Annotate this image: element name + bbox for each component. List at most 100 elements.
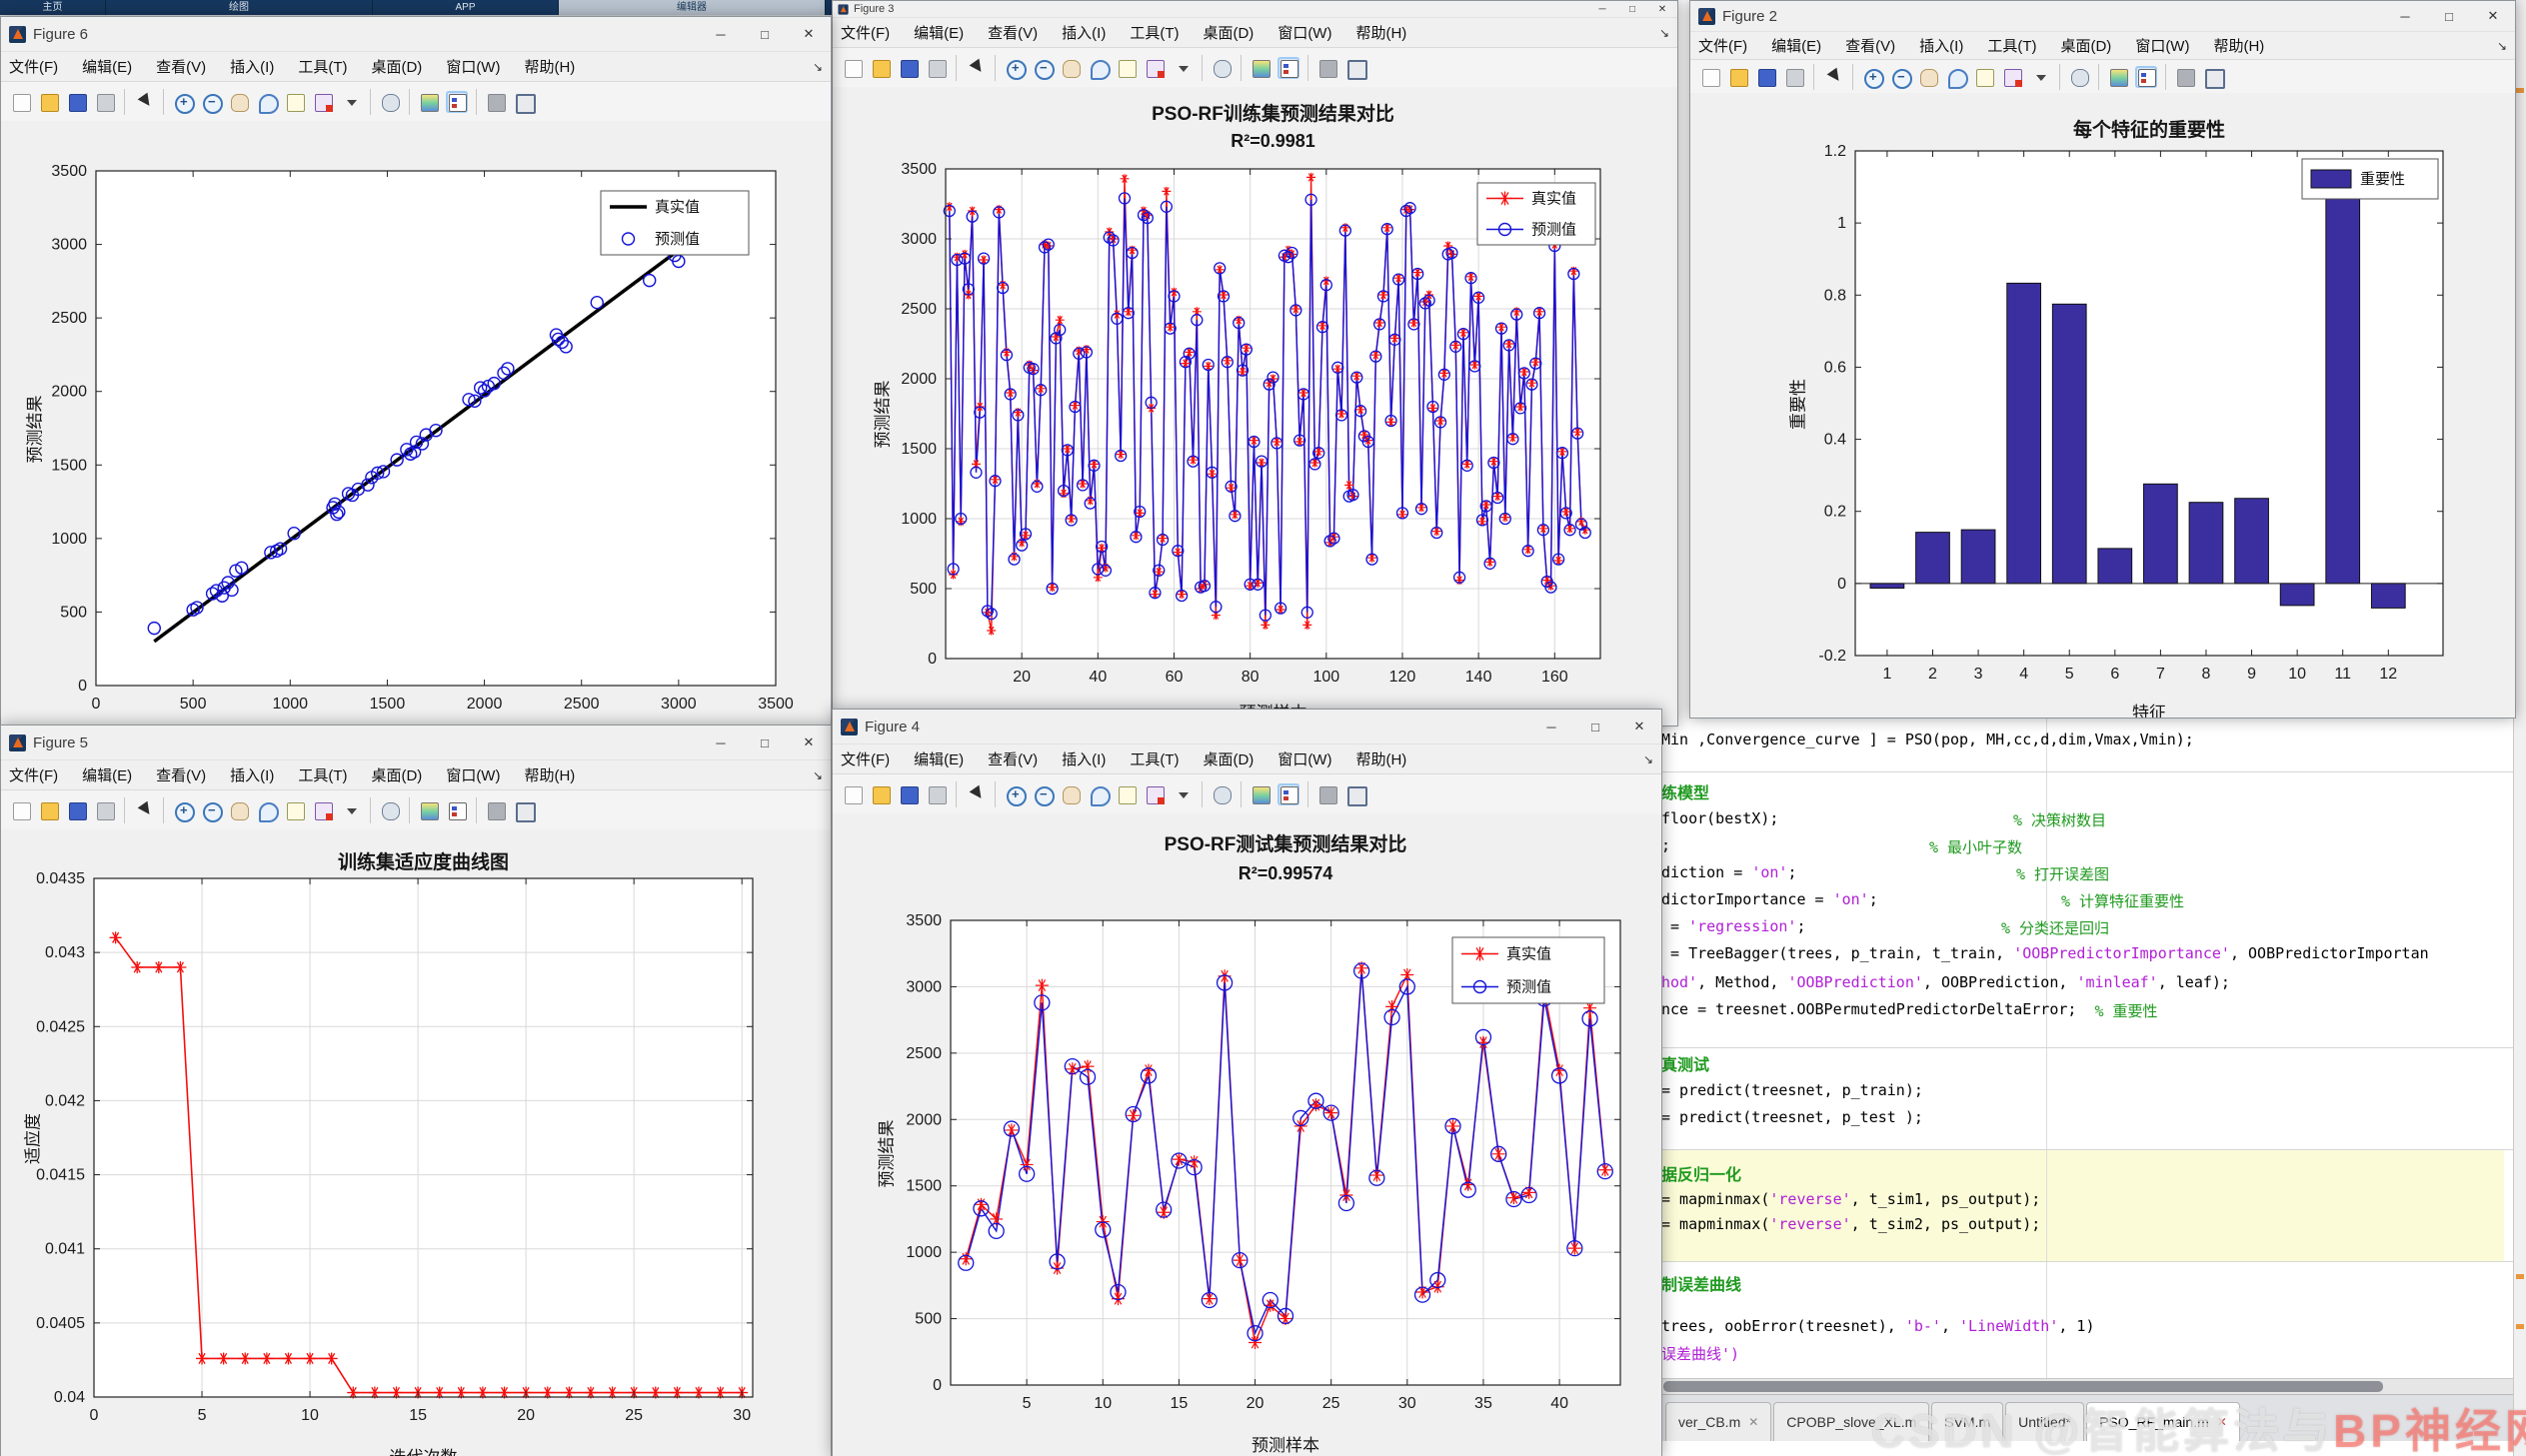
plot-tools-off-icon[interactable] [485, 91, 507, 113]
menu-item[interactable]: 文件(F) [841, 748, 890, 769]
print-icon[interactable] [1783, 66, 1805, 88]
brush-icon[interactable] [312, 91, 334, 113]
zoom-in-icon[interactable] [1004, 783, 1026, 805]
save-icon[interactable] [898, 57, 920, 79]
menu-item[interactable]: 文件(F) [841, 22, 890, 43]
insert-colorbar-icon[interactable] [1250, 783, 1271, 805]
zoom-in-icon[interactable] [172, 91, 194, 113]
menu-item[interactable]: 窗口(W) [446, 764, 500, 785]
cursor-icon[interactable] [965, 783, 987, 805]
menu-item[interactable]: 桌面(D) [1203, 22, 1254, 43]
new-document-icon[interactable] [842, 783, 864, 805]
menu-item[interactable]: 窗口(W) [1277, 748, 1331, 769]
dropdown-arrow-icon[interactable] [1172, 57, 1194, 79]
ribbon-tab-APP[interactable]: APP [373, 0, 559, 15]
menu-item[interactable]: 工具(T) [1130, 748, 1179, 769]
code-line[interactable]: diction = 'on';% 打开误差图 [1661, 863, 2526, 887]
menu-collapse-arrow[interactable]: ↘ [2497, 39, 2507, 53]
menu-collapse-arrow[interactable]: ↘ [813, 60, 823, 74]
tab-close-icon[interactable]: ✕ [1748, 1415, 1758, 1429]
plot-tools-off-icon[interactable] [2174, 66, 2196, 88]
menu-collapse-arrow[interactable]: ↘ [1659, 26, 1669, 40]
data-cursor-icon[interactable] [284, 91, 306, 113]
new-document-icon[interactable] [842, 57, 864, 79]
dropdown-arrow-icon[interactable] [340, 799, 362, 821]
menu-item[interactable]: 编辑(E) [1771, 35, 1821, 56]
menu-item[interactable]: 编辑(E) [82, 764, 132, 785]
zoom-out-icon[interactable] [1032, 783, 1054, 805]
pan-hand-icon[interactable] [1060, 783, 1082, 805]
cursor-icon[interactable] [133, 799, 155, 821]
print-icon[interactable] [94, 799, 116, 821]
close-button[interactable]: ✕ [1617, 710, 1661, 743]
menu-item[interactable]: 编辑(E) [914, 748, 964, 769]
minimize-button[interactable]: ─ [2383, 1, 2427, 31]
ribbon-tab-绘图[interactable]: 绘图 [106, 0, 373, 15]
maximize-button[interactable]: □ [1617, 1, 1647, 17]
insert-colorbar-icon[interactable] [418, 799, 440, 821]
pan-hand-icon[interactable] [1060, 57, 1082, 79]
menu-item[interactable]: 插入(I) [230, 56, 274, 77]
minimize-button[interactable]: ─ [1587, 1, 1617, 17]
rotate-3d-icon[interactable] [1088, 57, 1110, 79]
scrollbar-warning-mark[interactable] [2516, 1274, 2524, 1279]
menu-collapse-arrow[interactable]: ↘ [813, 768, 823, 782]
new-document-icon[interactable] [1699, 66, 1721, 88]
menu-item[interactable]: 插入(I) [1919, 35, 1963, 56]
menu-item[interactable]: 文件(F) [9, 56, 58, 77]
link-plots-icon[interactable] [1211, 783, 1233, 805]
menu-item[interactable]: 桌面(D) [1203, 748, 1254, 769]
scrollbar-warning-mark[interactable] [2516, 1324, 2524, 1329]
menu-item[interactable]: 编辑(E) [914, 22, 964, 43]
plot-tools-on-icon[interactable] [513, 799, 535, 821]
window-titlebar[interactable]: Figure 4─□✕ [833, 710, 1661, 744]
menu-item[interactable]: 窗口(W) [1277, 22, 1331, 43]
code-line[interactable]: 练模型 [1661, 779, 2526, 803]
window-titlebar[interactable]: Figure 3─□✕ [833, 1, 1677, 18]
maximize-button[interactable]: □ [2427, 1, 2471, 31]
code-line[interactable]: = mapminmax('reverse', t_sim1, ps_output… [1661, 1190, 2526, 1214]
menu-item[interactable]: 工具(T) [1130, 22, 1179, 43]
close-button[interactable]: ✕ [1647, 1, 1677, 17]
editor-tab-Untitled*[interactable]: Untitled* [2005, 1402, 2084, 1441]
menu-item[interactable]: 文件(F) [9, 764, 58, 785]
print-icon[interactable] [926, 57, 948, 79]
code-line[interactable]: ;% 最小叶子数 [1661, 836, 2526, 860]
code-line[interactable]: = 'regression';% 分类还是回归 [1661, 917, 2526, 941]
close-button[interactable]: ✕ [787, 726, 831, 759]
plot-tools-on-icon[interactable] [513, 91, 535, 113]
dropdown-arrow-icon[interactable] [2029, 66, 2051, 88]
plot-tools-on-icon[interactable] [2202, 66, 2224, 88]
code-line[interactable]: = TreeBagger(trees, p_train, t_train, 'O… [1661, 944, 2526, 968]
data-cursor-icon[interactable] [1973, 66, 1995, 88]
brush-icon[interactable] [1144, 783, 1166, 805]
print-icon[interactable] [926, 783, 948, 805]
editor-tab-PSO_RF_main.m[interactable]: PSO_RF_main.m✕ [2086, 1402, 2240, 1441]
insert-colorbar-icon[interactable] [1250, 57, 1271, 79]
cursor-icon[interactable] [965, 57, 987, 79]
new-document-icon[interactable] [10, 91, 32, 113]
minimize-button[interactable]: ─ [699, 726, 743, 759]
code-line[interactable]: = mapminmax('reverse', t_sim2, ps_output… [1661, 1215, 2526, 1239]
insert-legend-icon[interactable] [1277, 783, 1299, 805]
maximize-button[interactable]: □ [743, 17, 787, 51]
brush-icon[interactable] [2001, 66, 2023, 88]
save-icon[interactable] [898, 783, 920, 805]
menu-item[interactable]: 文件(F) [1698, 35, 1747, 56]
menu-item[interactable]: 工具(T) [1987, 35, 2036, 56]
code-line[interactable]: = predict(treesnet, p_train); [1661, 1081, 2526, 1105]
code-line[interactable]: dictorImportance = 'on';% 计算特征重要性 [1661, 890, 2526, 914]
code-line[interactable]: = predict(treesnet, p_test ); [1661, 1108, 2526, 1132]
plot-tools-off-icon[interactable] [1316, 57, 1338, 79]
open-folder-icon[interactable] [38, 91, 60, 113]
code-line[interactable]: nce = treesnet.OOBPermutedPredictorDelta… [1661, 1000, 2526, 1024]
code-line[interactable]: hod', Method, 'OOBPrediction', OOBPredic… [1661, 973, 2526, 997]
code-line[interactable]: Min ,Convergence_curve ] = PSO(pop, MH,c… [1661, 730, 2526, 754]
rotate-3d-icon[interactable] [1945, 66, 1967, 88]
editor-tab-SVM.m[interactable]: SVM.m [1931, 1402, 2003, 1441]
brush-icon[interactable] [1144, 57, 1166, 79]
insert-legend-icon[interactable] [446, 799, 468, 821]
zoom-out-icon[interactable] [1889, 66, 1911, 88]
link-plots-icon[interactable] [2068, 66, 2090, 88]
close-button[interactable]: ✕ [2471, 1, 2515, 31]
